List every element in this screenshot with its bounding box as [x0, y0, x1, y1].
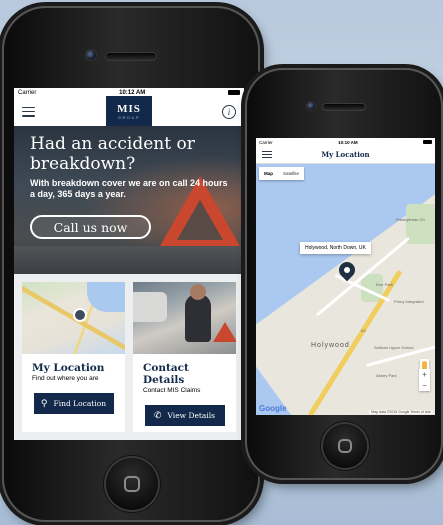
- hero-title: Had an accident or breakdown?: [30, 134, 195, 174]
- map-label: Kerr Park: [376, 282, 393, 287]
- status-bar: Carrier 10:10 AM: [256, 138, 435, 146]
- map-type-toggle: Map Satellite: [259, 167, 305, 180]
- app-screen-right: Carrier 10:10 AM My Location Map Satelli…: [256, 138, 435, 415]
- map-label: Sullivan Upper School: [374, 345, 414, 350]
- photo-car: [133, 292, 167, 322]
- info-icon[interactable]: i: [222, 104, 236, 119]
- page-title: My Location: [321, 150, 370, 159]
- map-type-satellite[interactable]: Satellite: [278, 167, 304, 180]
- map-label-town: Holywood: [311, 342, 350, 349]
- battery-icon: [422, 140, 432, 144]
- map-view[interactable]: Map Satellite Presbyterian Ch Kerr Park …: [256, 164, 435, 415]
- hero-banner: Had an accident or breakdown? With break…: [14, 126, 244, 274]
- card-subtitle: Find out where you are: [32, 375, 99, 382]
- card-title: My Location: [32, 362, 105, 374]
- logo-subtext: GROUP: [117, 114, 141, 120]
- map-attribution[interactable]: Map data ©2015 Google Terms of Use: [369, 410, 433, 414]
- map-park: [406, 204, 435, 244]
- google-logo: Google: [259, 404, 287, 413]
- carrier-label: Carrier: [259, 139, 273, 145]
- button-label: Find Location: [53, 399, 107, 408]
- find-location-button[interactable]: ⚲ Find Location: [33, 393, 114, 414]
- front-camera: [307, 102, 315, 110]
- map-label: Presbyterian Ch: [396, 217, 425, 222]
- map-type-map[interactable]: Map: [259, 167, 278, 180]
- map-water: [87, 282, 125, 312]
- map-label: A2: [361, 328, 366, 333]
- home-button[interactable]: [106, 458, 158, 510]
- warning-triangle-inner: [177, 200, 223, 240]
- view-details-button[interactable]: ✆ View Details: [144, 405, 225, 426]
- front-camera: [86, 50, 96, 60]
- button-label: View Details: [167, 411, 216, 420]
- location-tooltip: Holywood, North Down, UK: [300, 242, 371, 254]
- carrier-label: Carrier: [18, 89, 37, 96]
- card-title: Contact Details: [143, 362, 189, 386]
- card-my-location[interactable]: My Location Find out where you are ⚲ Fin…: [22, 282, 125, 432]
- mis-group-logo: MIS GROUP: [106, 96, 152, 126]
- map-label: Abbey Park: [376, 373, 397, 378]
- card-contact-details[interactable]: Contact Details Contact MIS Claims ✆ Vie…: [133, 282, 236, 432]
- zoom-control: + −: [419, 369, 430, 391]
- phone-icon: ✆: [153, 410, 162, 421]
- photo-person: [185, 294, 211, 342]
- photo-person-head: [190, 284, 206, 300]
- app-header: MIS GROUP i: [14, 96, 244, 126]
- hero-text: With breakdown cover we are on call 24 h…: [30, 178, 228, 199]
- card-subtitle: Contact MIS Claims: [143, 387, 201, 394]
- road-image: [14, 246, 244, 274]
- map-pin-icon: ⚲: [40, 398, 48, 409]
- status-time: 10:10 AM: [338, 139, 358, 145]
- call-us-button[interactable]: Call us now: [30, 215, 151, 239]
- app-screen-left: Carrier 10:12 AM MIS GROUP i Had an acci…: [14, 88, 244, 440]
- map-location-dot: [75, 310, 85, 320]
- map-label: Priory Integrated: [394, 299, 424, 304]
- map-thumbnail: [22, 282, 125, 354]
- app-header: My Location: [256, 146, 435, 164]
- status-time: 10:12 AM: [119, 89, 146, 96]
- logo-text: MIS: [117, 102, 141, 115]
- photo-warning-triangle: [213, 322, 236, 342]
- speaker-grille: [323, 104, 365, 110]
- speaker-grille: [106, 53, 156, 60]
- menu-icon[interactable]: [22, 106, 35, 117]
- home-square-icon: [338, 439, 352, 453]
- zoom-in-button[interactable]: +: [419, 369, 430, 380]
- battery-icon: [228, 90, 240, 95]
- home-button[interactable]: [323, 424, 367, 468]
- cards-section: My Location Find out where you are ⚲ Fin…: [14, 274, 244, 440]
- breakdown-photo: [133, 282, 236, 354]
- home-square-icon: [124, 476, 140, 492]
- zoom-out-button[interactable]: −: [419, 380, 430, 391]
